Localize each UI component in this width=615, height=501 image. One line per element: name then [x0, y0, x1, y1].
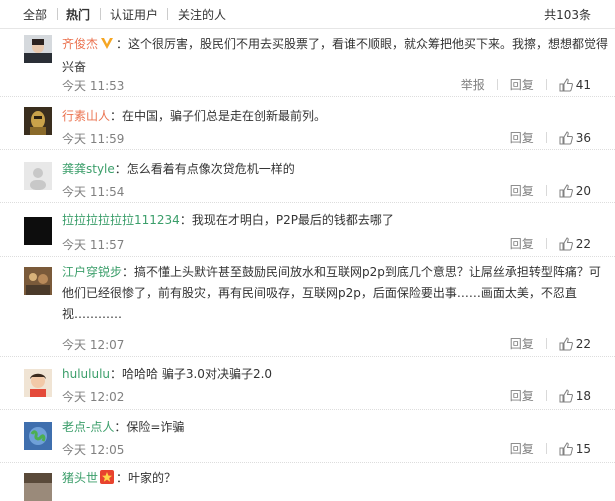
comment-text-block: 老点-点人：保险=诈骗 [62, 420, 185, 434]
reply-button[interactable]: 回复 [510, 237, 534, 251]
comment-text-block: 拉拉拉拉拉拉111234：我现在才明白，P2P最后的钱都去哪了 [62, 213, 394, 227]
comment-item: 行素山人：在中国，骗子们总是走在创新最前列。 今天 11:59 回复 36 [0, 97, 615, 150]
star-badge-icon [100, 470, 115, 491]
reply-button[interactable]: 回复 [510, 337, 534, 351]
reply-button[interactable]: 回复 [510, 184, 534, 198]
comment-actions: 回复 22 [510, 235, 591, 252]
username[interactable]: 龚龚style [62, 162, 115, 176]
like-count: 36 [575, 131, 591, 145]
comment-item: 老点-点人：保险=诈骗 今天 12:05 回复 15 [0, 410, 615, 463]
comment-body: 怎么看着有点像次贷危机一样的 [126, 162, 295, 176]
comment-time: 今天 12:02 [62, 390, 125, 404]
reply-button[interactable]: 回复 [510, 78, 534, 92]
comment-body: 搞不懂上头默许甚至鼓励民间放水和互联网p2p到底几个意思？让屌丝承担转型阵痛？可… [62, 265, 601, 321]
like-button[interactable]: 20 [559, 184, 591, 198]
comment-text-block: hulululu：哈哈哈 骗子3.0对决骗子2.0 [62, 367, 273, 381]
thumbs-up-icon [559, 337, 573, 351]
comment-item: 江户穿锐步：搞不懂上头默许甚至鼓励民间放水和互联网p2p到底几个意思？让屌丝承担… [0, 257, 615, 357]
comment-text-block: 齐俊杰 ：这个很厉害，股民们不用去买股票了，看谁不顺眼，就众筹把他买下来。我擦，想… [62, 36, 609, 74]
thumbs-up-icon [559, 389, 573, 403]
comment-text-block: 猪头世 ：叶家的？ [62, 468, 610, 491]
comment-item: 龚龚style：怎么看着有点像次贷危机一样的 今天 11:54 回复 20 [0, 150, 615, 203]
comment-item: hulululu：哈哈哈 骗子3.0对决骗子2.0 今天 12:02 回复 18 [0, 357, 615, 410]
verified-v-icon [100, 36, 114, 57]
username[interactable]: 江户穿锐步 [62, 265, 122, 279]
like-button[interactable]: 22 [559, 237, 591, 251]
avatar[interactable] [24, 107, 52, 135]
username[interactable]: 老点-点人 [62, 420, 114, 434]
comment-text-block: 行素山人：在中国，骗子们总是走在创新最前列。 [62, 109, 327, 123]
like-button[interactable]: 36 [559, 131, 591, 145]
comment-actions: 回复 36 [510, 129, 591, 146]
like-button[interactable]: 41 [559, 78, 591, 92]
reply-button[interactable]: 回复 [510, 131, 534, 145]
like-button[interactable]: 18 [559, 389, 591, 403]
comment-actions: 举报 回复 41 [461, 76, 591, 93]
tab-divider [57, 8, 58, 20]
avatar[interactable] [24, 35, 52, 63]
username[interactable]: 齐俊杰 [62, 37, 98, 51]
tab-hot[interactable]: 热门 [66, 6, 90, 23]
username[interactable]: 拉拉拉拉拉拉111234 [62, 213, 180, 227]
comment-actions: 回复 22 [510, 335, 591, 352]
comment-time: 今天 11:59 [62, 132, 125, 146]
thumbs-up-icon [559, 131, 573, 145]
comment-body: 叶家的？ [128, 471, 177, 485]
comment-body: 这个很厉害，股民们不用去买股票了，看谁不顺眼，就众筹把他买下来。我擦，想想都觉得… [62, 37, 609, 74]
report-button[interactable]: 举报 [461, 78, 485, 92]
username[interactable]: hulululu [62, 367, 110, 381]
like-count: 22 [575, 337, 591, 351]
tab-divider [100, 8, 101, 20]
comment-filter-tabs: 全部 热门 认证用户 关注的人 共103条 [0, 0, 615, 29]
like-count: 20 [575, 184, 591, 198]
comment-body: 哈哈哈 骗子3.0对决骗子2.0 [122, 367, 273, 381]
tab-divider [167, 8, 168, 20]
comment-time: 今天 12:05 [62, 443, 125, 457]
comment-time: 今天 12:07 [62, 338, 125, 352]
username[interactable]: 行素山人 [62, 109, 110, 123]
tab-verified-users[interactable]: 认证用户 [110, 6, 158, 23]
comment-item: 猪头世 ：叶家的？ [0, 463, 615, 501]
like-count: 18 [575, 389, 591, 403]
comment-time: 今天 11:53 [62, 79, 125, 93]
comment-text-block: 江户穿锐步：搞不懂上头默许甚至鼓励民间放水和互联网p2p到底几个意思？让屌丝承担… [62, 265, 601, 321]
tab-all[interactable]: 全部 [23, 6, 47, 23]
reply-button[interactable]: 回复 [510, 389, 534, 403]
comment-actions: 回复 18 [510, 387, 591, 404]
like-count: 41 [575, 78, 591, 92]
avatar[interactable] [24, 473, 52, 501]
avatar[interactable] [24, 217, 52, 245]
comment-actions: 回复 20 [510, 182, 591, 199]
like-count: 22 [575, 237, 591, 251]
comment-time: 今天 11:54 [62, 185, 125, 199]
comment-body: 保险=诈骗 [126, 420, 185, 434]
thumbs-up-icon [559, 184, 573, 198]
like-button[interactable]: 15 [559, 442, 591, 456]
avatar[interactable] [24, 422, 52, 450]
comment-body: 在中国，骗子们总是走在创新最前列。 [122, 109, 327, 123]
avatar[interactable] [24, 162, 52, 190]
comment-item: 拉拉拉拉拉拉111234：我现在才明白，P2P最后的钱都去哪了 今天 11:57… [0, 203, 615, 257]
comment-text-block: 龚龚style：怎么看着有点像次贷危机一样的 [62, 162, 295, 176]
reply-button[interactable]: 回复 [510, 442, 534, 456]
comment-body: 我现在才明白，P2P最后的钱都去哪了 [191, 213, 394, 227]
comment-count: 共103条 [544, 8, 591, 22]
comment-item: 齐俊杰 ：这个很厉害，股民们不用去买股票了，看谁不顺眼，就众筹把他买下来。我擦，想… [0, 29, 615, 97]
thumbs-up-icon [559, 78, 573, 92]
comment-time: 今天 11:57 [62, 238, 125, 252]
like-button[interactable]: 22 [559, 337, 591, 351]
like-count: 15 [575, 442, 591, 456]
thumbs-up-icon [559, 442, 573, 456]
thumbs-up-icon [559, 237, 573, 251]
username[interactable]: 猪头世 [62, 471, 98, 485]
tab-following[interactable]: 关注的人 [178, 6, 226, 23]
comment-actions: 回复 15 [510, 440, 591, 457]
avatar[interactable] [24, 267, 52, 295]
avatar[interactable] [24, 369, 52, 397]
